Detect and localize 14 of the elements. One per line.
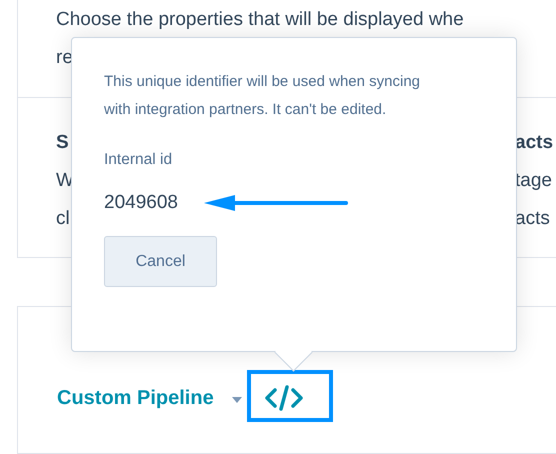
description-text: cl (56, 207, 70, 231)
section-heading: acts (515, 131, 554, 155)
caret-icon (232, 397, 242, 403)
code-icon[interactable] (264, 385, 303, 411)
field-value: 2049608 (104, 192, 178, 214)
popover-text: This unique identifier will be used when syncing with integration partners. It can't be edited. (104, 72, 422, 120)
description-text: tage (515, 169, 552, 193)
section-heading: S (56, 131, 69, 155)
pipeline-dropdown[interactable]: Custom Pipeline (57, 386, 214, 410)
description-text: Choose the properties that will be displayed whe (56, 9, 464, 30)
description-text: acts (515, 207, 550, 231)
field-label: Internal id (104, 150, 174, 170)
cancel-button[interactable]: Cancel (104, 236, 217, 287)
arrow-icon (204, 194, 350, 212)
